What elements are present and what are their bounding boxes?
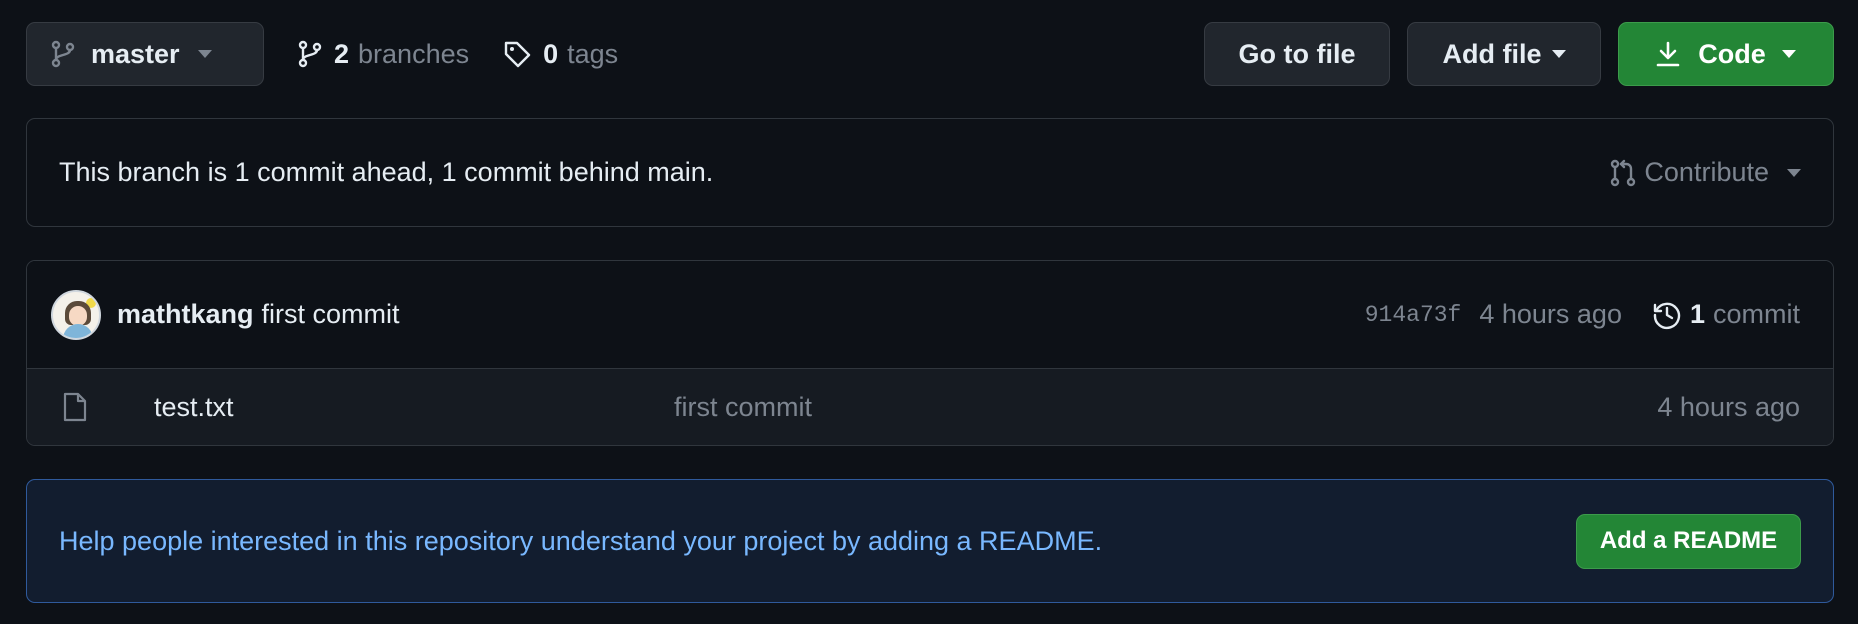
branch-select-button[interactable]: master	[26, 22, 264, 86]
tags-link[interactable]: 0 tags	[503, 22, 618, 86]
add-file-button[interactable]: Add file	[1407, 22, 1601, 86]
branches-link[interactable]: 2 branches	[298, 22, 469, 86]
download-icon	[1656, 41, 1680, 67]
history-icon	[1652, 300, 1682, 330]
contribute-dropdown[interactable]: Contribute	[1610, 157, 1801, 188]
chevron-down-icon	[1787, 168, 1801, 177]
file-name[interactable]: test.txt	[154, 392, 674, 423]
commit-author[interactable]: mathtkang	[117, 299, 254, 330]
avatar-face	[69, 305, 87, 326]
file-icon	[55, 392, 95, 422]
commit-sha[interactable]: 914a73f	[1365, 302, 1462, 328]
branch-name: master	[91, 38, 180, 69]
branches-count: 2	[334, 38, 350, 69]
repo-file-browser: master 2 branches 0 tags Go to file Add …	[0, 0, 1858, 624]
readme-banner-text: Help people interested in this repositor…	[59, 525, 1103, 556]
chevron-down-icon	[1781, 50, 1796, 58]
repo-toolbar: master 2 branches 0 tags Go to file Add …	[26, 22, 1834, 86]
branches-label: branches	[358, 38, 470, 69]
tags-label: tags	[567, 38, 619, 69]
add-readme-button[interactable]: Add a README	[1576, 513, 1801, 569]
branch-status-text: This branch is 1 commit ahead, 1 commit …	[59, 157, 714, 187]
chevron-down-icon	[197, 50, 212, 58]
go-to-file-button[interactable]: Go to file	[1204, 22, 1390, 86]
commit-time: 4 hours ago	[1479, 299, 1622, 329]
code-button[interactable]: Code	[1618, 22, 1834, 86]
go-to-file-label: Go to file	[1238, 38, 1356, 69]
avatar[interactable]	[51, 289, 101, 340]
file-list: mathtkang first commit 914a73f 4 hours a…	[26, 260, 1834, 446]
branch-status-box: This branch is 1 commit ahead, 1 commit …	[26, 118, 1834, 227]
commit-count: 1	[1689, 299, 1705, 329]
file-row[interactable]: test.txt first commit 4 hours ago	[27, 369, 1833, 445]
add-readme-label: Add a README	[1599, 527, 1778, 554]
chevron-down-icon	[1551, 50, 1566, 58]
git-pull-request-icon	[1610, 159, 1636, 187]
contribute-label: Contribute	[1644, 157, 1769, 187]
add-file-label: Add file	[1442, 38, 1542, 69]
code-label: Code	[1698, 38, 1766, 69]
commit-message[interactable]: first commit	[262, 299, 1365, 330]
file-commit-time: 4 hours ago	[1657, 391, 1800, 422]
file-commit-message[interactable]: first commit	[674, 392, 1657, 423]
latest-commit-row: mathtkang first commit 914a73f 4 hours a…	[27, 261, 1833, 369]
commit-count-label: commit	[1713, 299, 1800, 329]
avatar-body	[63, 323, 93, 338]
git-branch-icon	[298, 40, 322, 68]
readme-banner: Help people interested in this repositor…	[26, 479, 1834, 603]
tag-icon	[503, 40, 531, 68]
git-branch-icon	[51, 40, 75, 68]
commit-history-link[interactable]: 1 commit	[1652, 299, 1800, 330]
tags-count: 0	[543, 38, 559, 69]
